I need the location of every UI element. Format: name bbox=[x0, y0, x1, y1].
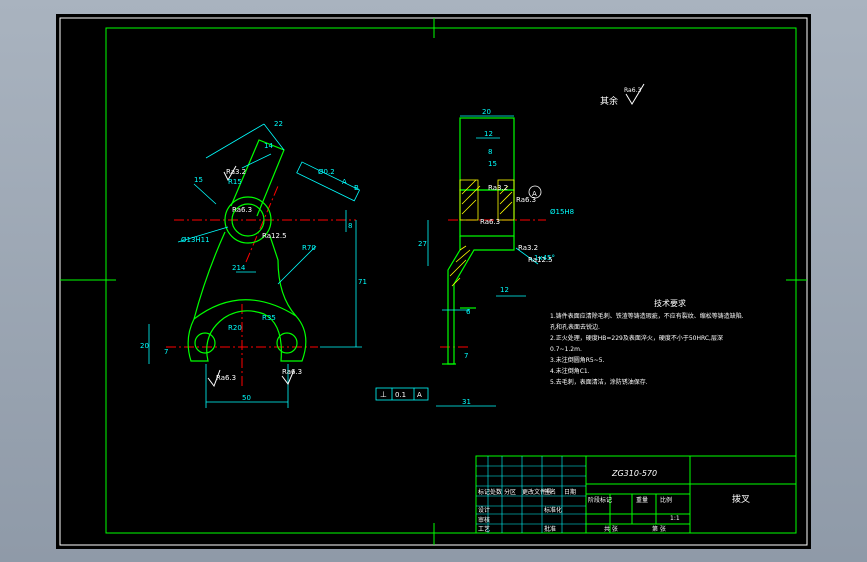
tb-approve: 批准 bbox=[544, 525, 556, 533]
dim-20: 20 bbox=[140, 342, 149, 350]
tb-stage: 阶段标记 bbox=[588, 496, 612, 504]
datum-tol: 0.1 bbox=[395, 391, 406, 399]
ra-2: Ra6.3 bbox=[216, 374, 236, 382]
dim-214: 214 bbox=[232, 264, 246, 272]
datum-symbol: ⊥ bbox=[380, 390, 387, 399]
tb-row-mark: 标记 bbox=[478, 488, 490, 496]
dim-27: 27 bbox=[418, 240, 427, 248]
drawing-sheet: 22 14 15 R15 Ø13H11 Ø0.2 A B R70 8 71 20… bbox=[56, 14, 811, 549]
dim-6: 6 bbox=[466, 308, 471, 316]
dim-12: 12 bbox=[484, 130, 493, 138]
ra-5: Ra12.5 bbox=[262, 232, 287, 240]
tb-col-date: 日期 bbox=[564, 488, 576, 496]
fork-front-view: 22 14 15 R15 Ø13H11 Ø0.2 A B R70 8 71 20… bbox=[140, 120, 367, 408]
tb-row-process: 工艺 bbox=[478, 525, 490, 533]
centerlines-left bbox=[166, 185, 356, 386]
tb-sheets: 共 张 bbox=[604, 525, 618, 533]
ra-r2: Ra6.3 bbox=[480, 218, 500, 226]
ra-4: Ra6.3 bbox=[232, 206, 252, 214]
dim-50: 50 bbox=[242, 394, 251, 402]
dim-7r: 7 bbox=[464, 352, 468, 360]
note-7: 5.去毛刺，表面清洁，涂防锈油保存. bbox=[550, 378, 648, 386]
center-marks bbox=[60, 18, 807, 545]
drawing-border bbox=[105, 27, 797, 534]
dim-7: 7 bbox=[164, 348, 168, 356]
dim-r35: R35 bbox=[262, 314, 276, 322]
note-1: 1.铸件表面应清除毛刺、铁渣等铸造瑕疵，不应有裂纹、缩松等铸造缺陷. bbox=[550, 312, 744, 320]
tb-page: 第 张 bbox=[652, 525, 666, 533]
dim-22: 22 bbox=[274, 120, 283, 128]
cad-canvas: 22 14 15 R15 Ø13H11 Ø0.2 A B R70 8 71 20… bbox=[0, 0, 867, 562]
ra-r5: Ra12.5 bbox=[528, 256, 553, 264]
ra-r4: Ra3.2 bbox=[518, 244, 538, 252]
dim-r15: R15 bbox=[228, 178, 242, 186]
technical-notes: 技术要求 1.铸件表面应清除毛刺、铁渣等铸造瑕疵，不应有裂纹、缩松等铸造缺陷. … bbox=[550, 298, 744, 386]
notes-title: 技术要求 bbox=[654, 298, 686, 308]
ra-1: Ra3.2 bbox=[226, 168, 246, 176]
note-3: 2.正火处理，硬度HB=229及表面淬火，硬度不小于50HRC,层深 bbox=[550, 334, 723, 342]
material-code: ZG310-570 bbox=[611, 469, 657, 478]
tb-weight: 重量 bbox=[636, 496, 648, 504]
tol-value: Ø0.2 bbox=[318, 168, 335, 176]
fork-dimension-lines bbox=[148, 123, 362, 408]
datum-frame: ⊥ 0.1 A bbox=[375, 387, 429, 401]
dim-8: 8 bbox=[348, 222, 352, 230]
tb-scale-value: 1:1 bbox=[670, 515, 680, 522]
dim-31: 31 bbox=[462, 398, 471, 406]
surface-rest-value: Ra6.3 bbox=[624, 87, 641, 94]
datum-ref: A bbox=[417, 391, 422, 399]
tb-row-design: 设计 bbox=[478, 506, 490, 514]
dim-71: 71 bbox=[358, 278, 367, 286]
dim-15: 15 bbox=[194, 176, 203, 184]
note-4: 0.7~1.2m. bbox=[550, 346, 582, 353]
datum-a-circle-label: A bbox=[532, 190, 537, 198]
tb-row-review: 审核 bbox=[478, 516, 490, 524]
tol-datum-a: A bbox=[342, 178, 347, 186]
tol-datum-b: B bbox=[354, 184, 359, 192]
part-name: 拨叉 bbox=[732, 493, 750, 505]
dim-14: 14 bbox=[264, 142, 273, 150]
dim-8r: 8 bbox=[488, 148, 492, 156]
drawing-svg: 22 14 15 R15 Ø13H11 Ø0.2 A B R70 8 71 20… bbox=[59, 17, 808, 546]
tb-scale-label: 比例 bbox=[660, 496, 672, 504]
fork-outline bbox=[187, 139, 307, 362]
tb-col-zone: 分区 bbox=[504, 488, 516, 496]
surface-rest-label: 其余 bbox=[600, 95, 618, 107]
dim-r70: R70 bbox=[302, 244, 316, 252]
note-5: 3.未注倒圆角R5~5. bbox=[550, 356, 605, 364]
fork-side-view: ⊥ 0.1 A 20 12 8 15 Ø15H8 1x45° 27 6 12 7… bbox=[375, 108, 574, 407]
tb-col-count: 处数 bbox=[490, 488, 502, 496]
dim-bore: Ø13H11 bbox=[181, 236, 210, 244]
ra-3: Ra6.3 bbox=[282, 368, 302, 376]
centerlines-right bbox=[440, 219, 546, 348]
title-block: 标记 设计 审核 工艺 处数 分区 更改文件号 签名 日期 标准化 批准 阶段标… bbox=[475, 455, 797, 534]
dim-15r: 15 bbox=[488, 160, 497, 168]
section-dimension-lines bbox=[427, 115, 539, 407]
tb-standard: 标准化 bbox=[544, 506, 562, 514]
tb-col-sign: 签名 bbox=[544, 488, 556, 496]
surface-finish-general: 其余 Ra6.3 bbox=[600, 83, 645, 107]
dim-r20: R20 bbox=[228, 324, 242, 332]
sheet-outer-frame bbox=[59, 17, 808, 546]
ra-r1: Ra3.2 bbox=[488, 184, 508, 192]
dim-bore-r: Ø15H8 bbox=[550, 208, 574, 216]
dim-12b: 12 bbox=[500, 286, 509, 294]
note-6: 4.未注倒角C1. bbox=[550, 367, 590, 375]
note-2: 孔和孔表面去锐边. bbox=[550, 323, 600, 331]
dim-20r: 20 bbox=[482, 108, 491, 116]
section-outline bbox=[442, 117, 515, 365]
